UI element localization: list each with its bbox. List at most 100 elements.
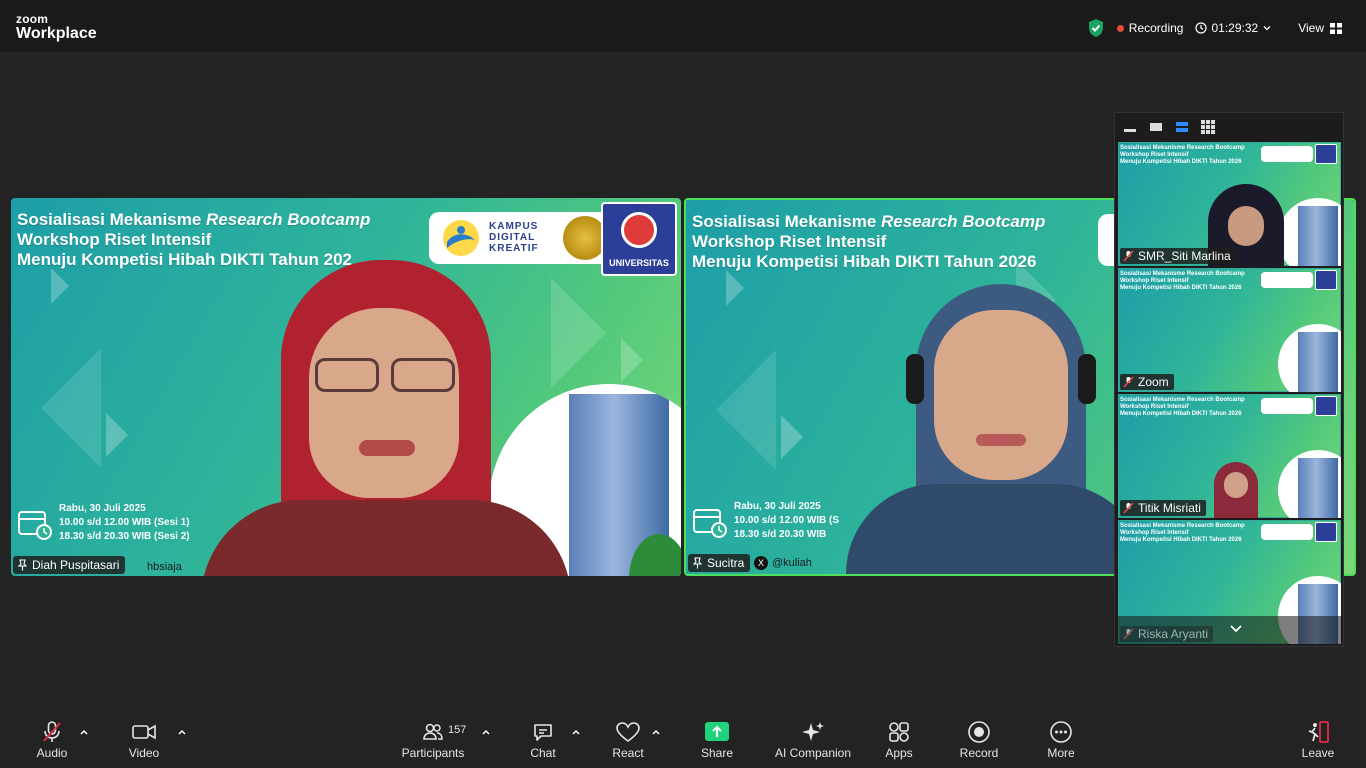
gallery-view-controls — [1115, 113, 1343, 141]
leave-exit-icon — [1308, 721, 1329, 743]
slide-title: Sosialisasi Mekanisme Research Bootcamp … — [692, 212, 1046, 271]
record-button[interactable]: Record — [958, 710, 1000, 760]
audio-label: Audio — [36, 746, 68, 760]
strip-view-icon[interactable] — [1175, 120, 1189, 134]
recording-dot-icon — [1116, 24, 1124, 32]
video-label: Video — [128, 746, 160, 760]
share-button[interactable]: Share — [700, 710, 734, 760]
minimize-icon[interactable] — [1123, 120, 1137, 134]
thumb-slide-title: Sosialisasi Mekanisme Research Bootcamp W… — [1120, 397, 1245, 417]
participant-video-titik — [1214, 462, 1258, 518]
decor-triangle — [551, 278, 606, 388]
react-options-chevron-up-icon[interactable] — [650, 726, 662, 738]
calendar-clock-icon — [18, 511, 52, 540]
pin-icon — [17, 559, 28, 571]
apps-label: Apps — [885, 746, 913, 760]
ai-sparkle-icon — [802, 722, 824, 741]
grid-view-icon — [1330, 22, 1342, 34]
chat-options-chevron-up-icon[interactable] — [570, 726, 582, 738]
share-label: Share — [700, 746, 734, 760]
meeting-toolbar: Audio Video Participants 157 Chat React — [0, 710, 1366, 768]
participant-video-sucitra — [846, 284, 1146, 574]
mic-muted-icon — [1123, 628, 1134, 640]
kdk-emblem-icon — [443, 220, 479, 256]
gallery-scroll-down-icon[interactable] — [1229, 622, 1243, 636]
calendar-clock-icon — [693, 509, 727, 538]
name-tag-zoom: Zoom — [1120, 374, 1174, 390]
ai-companion-label: AI Companion — [774, 746, 852, 760]
name-tag-siti-marlina: SMR_Siti Marlina — [1120, 248, 1236, 264]
decor-triangle — [41, 348, 101, 468]
clock-icon — [1195, 22, 1208, 34]
video-options-chevron-up-icon[interactable] — [176, 726, 188, 738]
social-handle: X @kuliah — [754, 555, 812, 571]
chat-icon — [534, 724, 552, 741]
slide-schedule: Rabu, 30 Juli 2025 10.00 s/d 12.00 WIB (… — [692, 500, 839, 542]
apps-button[interactable]: Apps — [882, 710, 916, 760]
logo-brand-top: zoom — [16, 12, 49, 26]
name-tag-riska-aryanti: Riska Aryanti — [1120, 626, 1214, 642]
decor-triangle — [726, 270, 744, 306]
participants-label: Participants — [401, 746, 465, 760]
react-button[interactable]: React — [610, 710, 646, 760]
ai-companion-button[interactable]: AI Companion — [772, 710, 854, 760]
more-button[interactable]: More — [1044, 710, 1078, 760]
mic-muted-icon — [1123, 250, 1134, 262]
more-label: More — [1047, 746, 1075, 760]
heart-icon — [616, 722, 640, 742]
thumb-slide-title: Sosialisasi Mekanisme Research Bootcamp W… — [1120, 523, 1245, 543]
decor-triangle — [781, 415, 803, 459]
university-label: UNIVERSITAS — [609, 258, 669, 268]
more-options-icon — [1050, 721, 1072, 743]
chat-button[interactable]: Chat — [526, 710, 560, 760]
participant-name: Diah Puspitasari — [32, 558, 120, 572]
gallery-tile-zoom[interactable]: Sosialisasi Mekanisme Research Bootcamp W… — [1118, 268, 1341, 392]
top-bar: zoom Workplace Recording 01:29:32 View — [0, 0, 1366, 52]
chat-label: Chat — [530, 746, 556, 760]
name-tag-diah: Diah Puspitasari — [13, 556, 126, 574]
thumb-slide-title: Sosialisasi Mekanisme Research Bootcamp W… — [1120, 145, 1245, 165]
chevron-down-icon — [1263, 26, 1271, 31]
view-button[interactable]: View — [1298, 21, 1342, 35]
university-logo: UNIVERSITAS — [601, 202, 677, 276]
audio-button[interactable]: Audio — [34, 710, 70, 760]
decor-triangle — [716, 350, 776, 470]
decor-triangle — [621, 338, 643, 382]
gallery-tile-titik-misriati[interactable]: Sosialisasi Mekanisme Research Bootcamp W… — [1118, 394, 1341, 518]
kampus-digital-kreatif-logo: KAMPUS DIGITAL KREATIF — [429, 212, 609, 264]
mic-muted-icon — [43, 721, 61, 742]
single-view-icon[interactable] — [1149, 120, 1163, 134]
video-tile-diah[interactable]: Sosialisasi Mekanisme Research Bootcamp … — [11, 198, 681, 576]
mic-muted-icon — [1123, 376, 1134, 388]
pin-icon — [692, 557, 703, 569]
share-screen-icon — [705, 722, 729, 741]
social-handle-text: hbsiaja — [147, 561, 182, 573]
participant-count: 157 — [448, 724, 467, 736]
name-tag-titik-misriati: Titik Misriati — [1120, 500, 1206, 516]
video-camera-icon — [132, 724, 156, 740]
recording-indicator[interactable]: Recording — [1116, 21, 1183, 35]
record-icon — [968, 721, 990, 743]
audio-options-chevron-up-icon[interactable] — [78, 726, 90, 738]
gallery-tile-siti-marlina[interactable]: Sosialisasi Mekanisme Research Bootcamp W… — [1118, 142, 1341, 266]
gallery-sidebar: Sosialisasi Mekanisme Research Bootcamp W… — [1114, 112, 1344, 647]
grid-view-icon[interactable] — [1201, 120, 1215, 134]
mic-muted-icon — [1123, 502, 1134, 514]
video-button[interactable]: Video — [126, 710, 162, 760]
leave-label: Leave — [1301, 746, 1335, 760]
view-label: View — [1298, 21, 1324, 35]
logo-brand-bottom: Workplace — [16, 25, 97, 42]
react-label: React — [612, 746, 644, 760]
name-tag-sucitra: Sucitra — [688, 554, 751, 572]
participants-options-chevron-up-icon[interactable] — [480, 726, 492, 738]
apps-icon — [889, 722, 909, 742]
x-logo-icon: X — [754, 556, 768, 570]
record-label: Record — [959, 746, 999, 760]
encryption-shield-icon[interactable] — [1087, 18, 1105, 38]
leave-button[interactable]: Leave — [1300, 710, 1336, 760]
slide-schedule: Rabu, 30 Juli 2025 10.00 s/d 12.00 WIB (… — [17, 502, 190, 544]
social-handle-text: @kuliah — [772, 557, 812, 569]
decor-triangle — [106, 413, 128, 457]
meeting-timer[interactable]: 01:29:32 — [1195, 21, 1272, 35]
participants-icon — [423, 723, 443, 740]
